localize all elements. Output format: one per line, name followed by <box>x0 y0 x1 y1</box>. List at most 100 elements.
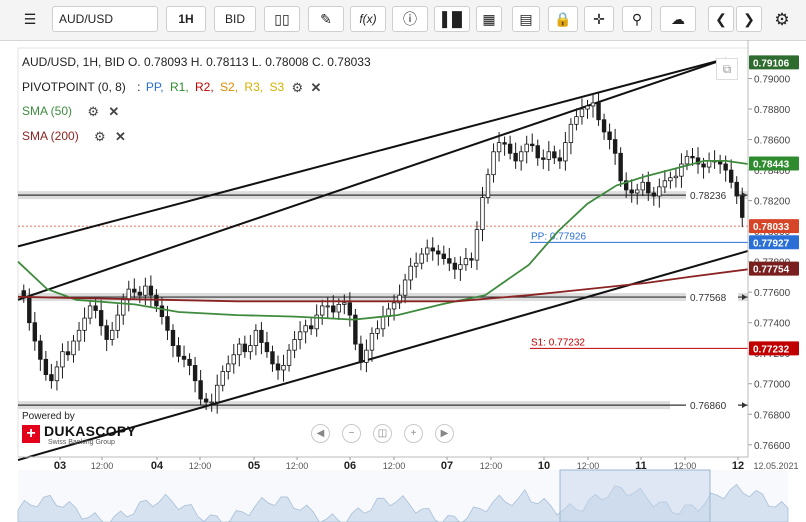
powered-text: Powered by <box>22 411 75 422</box>
gear-icon[interactable]: ⚙ <box>291 80 303 96</box>
candle-body <box>629 189 634 194</box>
candle-body <box>723 163 728 171</box>
gear-icon[interactable]: ⚙ <box>87 104 99 120</box>
candle-body <box>568 123 574 144</box>
notes-button[interactable]: ▤ <box>512 6 540 32</box>
candle-body <box>419 253 424 264</box>
interval-select[interactable]: 1H <box>166 6 206 32</box>
pivot-legend: PIVOTPOINT (0, 8) : PP, R1, R2, S2, R3, … <box>22 80 321 96</box>
expand-icon: ⧉ <box>722 61 732 76</box>
candle-body <box>375 328 380 334</box>
candle-body <box>27 296 32 324</box>
candle-body <box>518 151 524 162</box>
sma50-label: SMA (50) <box>22 104 73 119</box>
candle-body <box>447 258 452 264</box>
nav-forward-button[interactable]: ▶ <box>435 424 454 443</box>
candle-body <box>369 332 375 351</box>
candle-body <box>109 329 115 340</box>
candle-body <box>303 325 308 333</box>
fit-icon: ◫ <box>377 428 388 439</box>
expand-button[interactable]: ⧉ <box>716 58 738 80</box>
navigator-window <box>559 469 711 522</box>
candle-body <box>364 349 369 363</box>
scroll-right-button[interactable]: ❯ <box>736 6 762 32</box>
candle-body <box>618 152 623 182</box>
candle-body <box>253 329 259 346</box>
share-button[interactable]: ☁ <box>660 6 696 32</box>
draw-button[interactable]: ✎ <box>308 6 344 32</box>
info-button[interactable]: ⓘ <box>392 6 428 32</box>
candle-body <box>507 143 513 154</box>
candle-body <box>612 139 618 154</box>
zoom-in-icon: + <box>410 428 417 439</box>
close-icon[interactable]: ✕ <box>115 129 126 145</box>
y-tick-label: 0.77400 <box>754 319 791 330</box>
candles-icon: ▯▯ <box>274 11 290 27</box>
candle-body <box>524 143 529 153</box>
candle-body <box>231 354 236 365</box>
symbol-select[interactable]: AUD/USD <box>52 6 158 32</box>
indicators-button[interactable]: f(x) <box>350 6 386 32</box>
candle-body <box>336 303 341 313</box>
candle-body <box>607 131 612 140</box>
candle-body <box>209 401 214 404</box>
price-badge-label: 0.79106 <box>753 58 790 69</box>
level-label: 0.76860 <box>690 401 727 412</box>
candle-body <box>574 116 579 125</box>
zoom-in-button[interactable]: + <box>404 424 423 443</box>
price-badge-label: 0.77927 <box>753 238 790 249</box>
candle-body <box>651 192 657 197</box>
x-tick-label: 12:00 <box>383 461 406 471</box>
side-select[interactable]: BID <box>214 6 256 32</box>
sma50-legend: SMA (50) ⚙ ✕ <box>22 104 119 120</box>
candle-body <box>159 305 165 317</box>
candle-body <box>458 264 463 270</box>
calendar-button[interactable]: ▦ <box>476 6 502 32</box>
chevron-left-icon: ❮ <box>715 11 727 27</box>
pivot-label: PP: 0.77926 <box>531 231 586 242</box>
candle-body <box>121 299 126 316</box>
candle-body <box>176 345 181 357</box>
candle-body <box>198 380 203 400</box>
candle-body <box>82 317 87 331</box>
crosshair-icon: ✛ <box>593 11 605 27</box>
candle-body <box>668 177 673 182</box>
function-icon: f(x) <box>359 12 377 26</box>
lock-button[interactable]: 🔒 <box>548 6 578 32</box>
x-tick-label: 12:00 <box>480 461 503 471</box>
candle-body <box>673 175 679 179</box>
level-label: 0.77568 <box>690 293 727 304</box>
nav-back-button[interactable]: ◀ <box>311 424 330 443</box>
zoom-button[interactable]: ⚲ <box>622 6 652 32</box>
zoom-icon: ⚲ <box>631 11 643 27</box>
zoom-out-button[interactable]: − <box>342 424 361 443</box>
settings-button[interactable]: ⚙ <box>768 6 796 32</box>
candle-body <box>474 229 480 261</box>
chevron-right-icon: ❯ <box>743 11 755 27</box>
menu-button[interactable]: ☰ <box>14 6 46 32</box>
crosshair-button[interactable]: ✛ <box>584 6 614 32</box>
y-tick-label: 0.77000 <box>754 380 791 391</box>
close-icon[interactable]: ✕ <box>310 80 321 96</box>
fit-button[interactable]: ◫ <box>373 424 392 443</box>
volume-button[interactable]: ▌█ <box>434 6 470 32</box>
plot-frame <box>17 47 749 458</box>
candle-body <box>165 316 170 331</box>
candle-body <box>203 398 209 403</box>
chart-type-button[interactable]: ▯▯ <box>264 6 300 32</box>
candle-body <box>76 329 82 342</box>
price-chart[interactable]: 0.78236 0.77568 0.76860 PP: 0.77926 S1: 0.77… <box>0 40 806 522</box>
zoom-out-icon: − <box>348 428 355 439</box>
scroll-left-button[interactable]: ❮ <box>708 6 734 32</box>
candle-body <box>701 163 706 168</box>
candle-body <box>143 285 148 296</box>
candle-body <box>430 247 435 252</box>
close-icon[interactable]: ✕ <box>108 104 119 120</box>
cloud-upload-icon: ☁ <box>671 11 685 27</box>
gear-icon[interactable]: ⚙ <box>94 129 106 145</box>
gear-icon: ⚙ <box>774 9 790 29</box>
sma200-legend: SMA (200) ⚙ ✕ <box>22 129 126 145</box>
candle-body <box>441 253 446 260</box>
candle-body <box>347 302 353 316</box>
candle-body <box>469 258 474 261</box>
